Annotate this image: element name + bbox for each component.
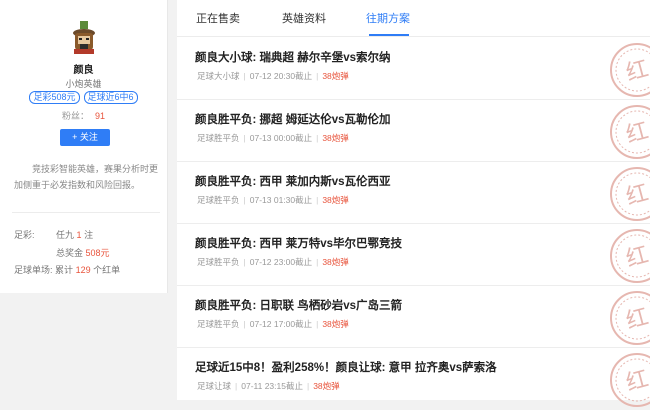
stat-prize: 总奖金 508元 bbox=[56, 248, 110, 258]
red-stamp-icon: 红 bbox=[610, 353, 650, 407]
stat-zucai: 足彩: 任九 1 注 bbox=[14, 230, 94, 240]
plan-item[interactable]: 颜良胜平负: 西甲 莱万特vs毕尔巴鄂竞技 足球胜平负 | 07-12 23:00截… bbox=[177, 223, 650, 286]
tab-on-sale[interactable]: 正在售卖 bbox=[196, 10, 240, 26]
plan-item[interactable]: 颜良胜平负: 日职联 鸟栖砂岩vs广岛三箭 足球胜平负 | 07-12 17:00截… bbox=[177, 285, 650, 348]
red-stamp-icon: 红 bbox=[610, 105, 650, 159]
svg-text:红: 红 bbox=[624, 305, 650, 335]
hero-name: 颜良 bbox=[73, 65, 94, 76]
red-stamp-icon: 红 bbox=[610, 229, 650, 283]
plan-item[interactable]: 颜良大小球: 瑞典超 赫尔辛堡vs索尔纳 足球大小球 | 07-12 20:30截止… bbox=[177, 37, 650, 100]
main-panel: 正在售卖 英雄资料 往期方案 颜良大小球: 瑞典超 赫尔辛堡vs索尔纳 足球大小… bbox=[177, 0, 650, 407]
stat-label: 足球单场: bbox=[14, 265, 53, 275]
hero-avatar-icon[interactable] bbox=[69, 20, 99, 54]
active-tab-indicator bbox=[369, 34, 409, 36]
svg-text:红: 红 bbox=[624, 57, 650, 87]
follow-button[interactable]: + 关注 bbox=[60, 129, 110, 146]
fans-number: 91 bbox=[95, 111, 106, 121]
fans-count: 粉丝： 91 bbox=[0, 109, 167, 122]
stat-label: 足彩: bbox=[14, 230, 35, 240]
red-stamp-icon: 红 bbox=[610, 167, 650, 221]
red-stamp-icon: 红 bbox=[610, 43, 650, 97]
plan-title[interactable]: 颜良胜平负: 西甲 莱加内斯vs瓦伦西亚 bbox=[195, 173, 391, 189]
plan-item[interactable]: 颜良胜平负: 挪超 姆延达伦vs瓦勒伦加 足球胜平负 | 07-13 00:00截止… bbox=[177, 99, 650, 162]
plan-title[interactable]: 足球近15中8！盈利258%！颜良让球: 意甲 拉齐奥vs萨索洛 bbox=[195, 359, 497, 375]
plan-title[interactable]: 颜良胜平负: 挪超 姆延达伦vs瓦勒伦加 bbox=[195, 111, 391, 127]
divider bbox=[12, 212, 160, 213]
svg-text:红: 红 bbox=[624, 181, 650, 211]
svg-text:红: 红 bbox=[624, 119, 650, 149]
plan-meta: 足球胜平负 | 07-13 00:00截止 | 38炮弹 bbox=[197, 133, 349, 143]
plan-title[interactable]: 颜良胜平负: 日职联 鸟栖砂岩vs广岛三箭 bbox=[195, 297, 402, 313]
plan-meta: 足球让球 | 07-11 23:15截止 | 38炮弹 bbox=[197, 381, 340, 391]
plan-meta: 足球胜平负 | 07-12 17:00截止 | 38炮弹 bbox=[197, 319, 349, 329]
tab-bar: 正在售卖 英雄资料 往期方案 bbox=[177, 0, 650, 37]
tag-football-record: 足球近6中6 bbox=[83, 91, 138, 104]
plan-meta: 足球胜平负 | 07-12 23:00截止 | 38炮弹 bbox=[197, 257, 349, 267]
profile-card: 颜良 小炮英雄 足彩508元 足球近6中6 粉丝： 91 + 关注 竞技彩智能英雄… bbox=[0, 0, 168, 293]
plan-meta: 足球大小球 | 07-12 20:30截止 | 38炮弹 bbox=[197, 71, 349, 81]
plan-item[interactable]: 颜良胜平负: 西甲 莱加内斯vs瓦伦西亚 足球胜平负 | 07-13 01:30截止… bbox=[177, 161, 650, 224]
plan-title[interactable]: 颜良胜平负: 西甲 莱万特vs毕尔巴鄂竞技 bbox=[195, 235, 402, 251]
plan-meta: 足球胜平负 | 07-13 01:30截止 | 38炮弹 bbox=[197, 195, 349, 205]
tab-past-plans[interactable]: 往期方案 bbox=[366, 10, 410, 26]
hero-subtitle: 小炮英雄 bbox=[65, 79, 102, 89]
red-stamp-icon: 红 bbox=[610, 291, 650, 345]
svg-text:红: 红 bbox=[624, 367, 650, 397]
fans-label: 粉丝： bbox=[61, 111, 89, 121]
hero-description: 竞技彩智能英雄，赛果分析时更加侧重于必发指数和风险回报。 bbox=[14, 164, 159, 190]
stat-single: 足球单场: 累计 129 个红单 bbox=[14, 265, 121, 275]
hero-tags: 足彩508元 足球近6中6 bbox=[0, 91, 167, 104]
tag-zucai: 足彩508元 bbox=[29, 91, 80, 104]
svg-text:红: 红 bbox=[624, 243, 650, 273]
plan-title[interactable]: 颜良大小球: 瑞典超 赫尔辛堡vs索尔纳 bbox=[195, 49, 391, 65]
tab-hero-profile[interactable]: 英雄资料 bbox=[282, 10, 326, 26]
